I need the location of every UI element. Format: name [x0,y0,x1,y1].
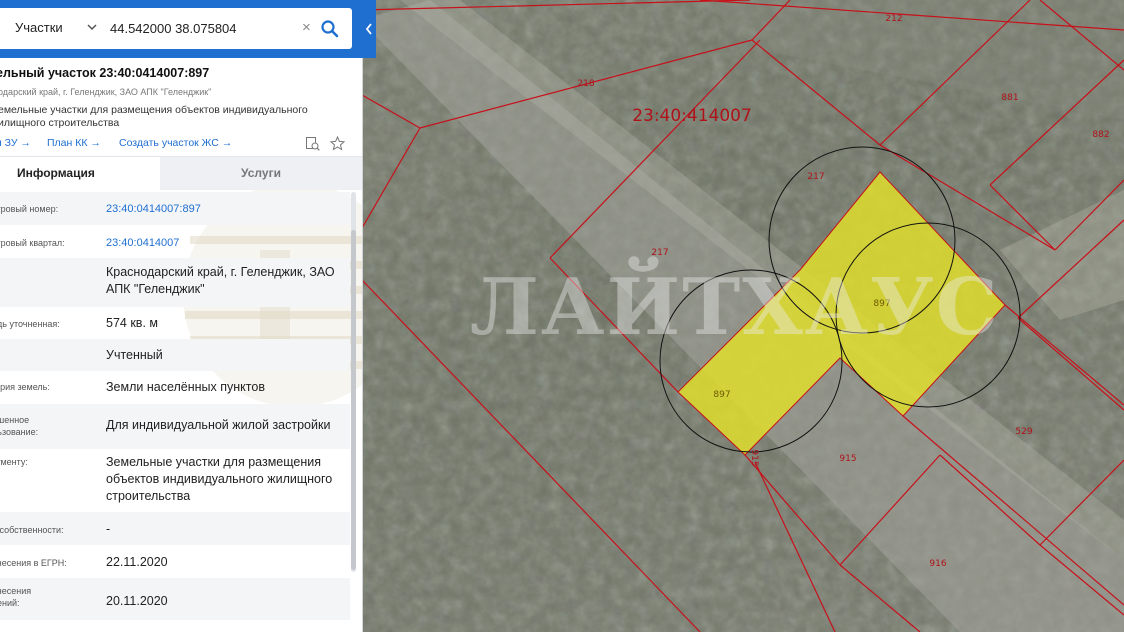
info-row-value-change-date: 20.11.2020 [106,594,168,608]
info-row-value-address: Краснодарский край, г. Геленджик, ЗАО АП… [106,265,335,296]
plot-label-882: 882 [1092,130,1109,140]
info-row-label: гория земель: [0,382,50,392]
info-row: стровый квартал: 23:40:0414007 [0,225,350,258]
info-row-label-line-2: нений: [0,598,20,608]
plot-label-915-a: 915 [749,449,759,466]
info-panel: Участки × ельный участок 23:40:0414007:8… [0,0,363,632]
info-row-label: адь уточненная: [0,319,60,329]
link-plan-kk[interactable]: План КК → [47,137,101,149]
parcel-address: одарский край, г. Геленджик, ЗАО АПК "Ге… [0,87,212,97]
info-row-value-land-category: Земли населённых пунктов [106,380,265,394]
info-row: с: Учтенный [0,339,350,371]
plot-label-212: 212 [885,14,902,24]
info-row-label: внесения в ЕГРН: [0,558,67,568]
tab-information[interactable]: Информация [0,157,160,190]
plot-label-915-b: 915 [839,454,856,464]
info-row-label: внесения [0,586,32,596]
info-row: с: Краснодарский край, г. Геленджик, ЗАО… [0,258,350,307]
plot-label-897-a: 897 [873,299,890,309]
info-row-value-egrn-date: 22.11.2020 [106,555,168,569]
plot-label-217-b: 217 [651,248,668,258]
info-row-label: ешенное [0,415,30,425]
parcel-category: емельные участки для размещения объектов… [0,104,338,130]
search-type-select[interactable]: Участки [15,20,63,35]
info-row: внесения нений: 20.11.2020 [0,578,350,620]
tab-services[interactable]: Услуги [160,157,362,190]
info-row: внесения в ЕГРН: 22.11.2020 [0,545,350,578]
info-row-label: а собственности: [0,525,64,535]
clear-icon[interactable]: × [302,19,311,37]
block-number-label: 23:40:414007 [632,106,752,126]
search-box: Участки × [0,8,352,49]
chevron-down-icon[interactable] [86,20,98,34]
info-row: стровый номер: 23:40:0414007:897 [0,192,350,225]
plot-label-218: 218 [577,79,594,89]
info-row-value-permitted-use: Для индивидуальной жилой застройки [106,418,331,432]
info-row: а собственности: - [0,512,350,545]
info-row-label: стровый номер: [0,204,59,214]
link-create-parcel[interactable]: Создать участок ЖС → [119,137,232,149]
search-icon[interactable] [320,19,340,39]
plot-label-897-b: 897 [713,390,730,400]
plot-label-916: 916 [929,559,946,569]
search-bar: Участки × [0,0,362,58]
parcel-category-line-2: илищного строительства [0,117,120,129]
tab-bar: Информация Услуги [0,156,362,190]
link-zu[interactable]: я ЗУ → [0,137,31,149]
plot-label-217-a: 217 [807,172,824,182]
scrollbar-thumb[interactable] [351,230,356,570]
info-row-value-ownership: - [106,522,111,536]
collapse-panel-button[interactable] [362,0,376,58]
tab-information-label: Информация [17,166,95,180]
star-icon[interactable] [330,136,345,151]
info-row-label-line-2: льзование: [0,427,39,437]
info-row: гория земель: Земли населённых пунктов [0,371,350,404]
chevron-left-icon [365,23,372,35]
info-row-value-area: 574 кв. м [106,316,158,330]
search-input[interactable] [110,18,295,38]
parcel-title: ельный участок 23:40:0414007:897 [0,66,210,80]
info-row-value-status: Учтенный [106,348,163,362]
info-row-label: стровый квартал: [0,238,65,248]
info-row-value-cadastral-block[interactable]: 23:40:0414007 [106,235,346,252]
plot-label-529: 529 [1015,427,1032,437]
info-row: ешенное льзование: Для индивидуальной жи… [0,404,350,449]
info-row-label: кументу: [0,457,28,467]
parcel-category-line-1: емельные участки для размещения объектов… [0,104,308,116]
info-row-value-by-document: Земельные участки для размещения объекто… [106,455,333,503]
info-row: кументу: Земельные участки для размещени… [0,449,350,512]
info-row: адь уточненная: 574 кв. м [0,307,350,339]
plot-label-881: 881 [1001,93,1018,103]
info-row-value-cadastral-number[interactable]: 23:40:0414007:897 [106,201,346,218]
document-search-icon[interactable] [305,136,320,151]
